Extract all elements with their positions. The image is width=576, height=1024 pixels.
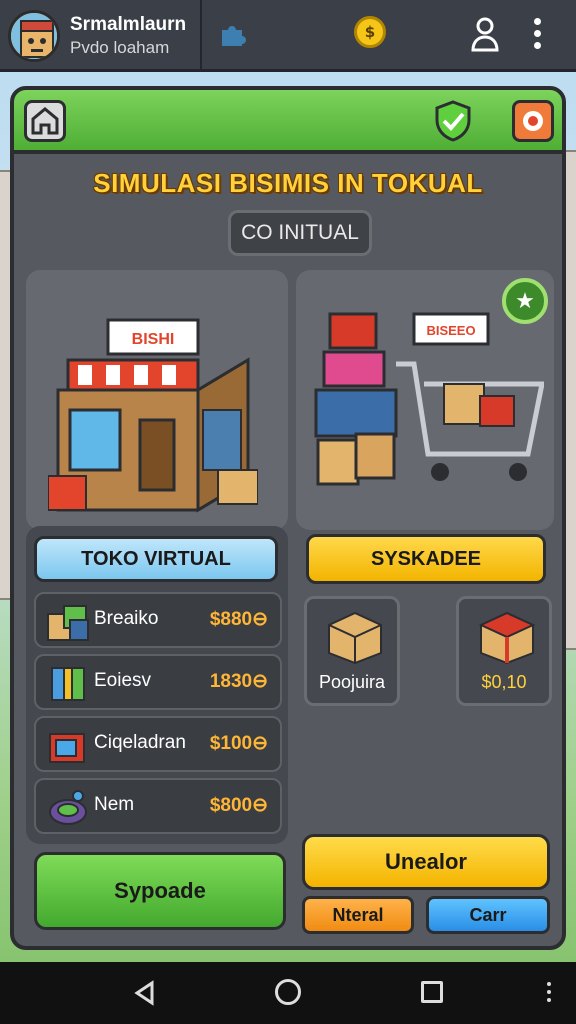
product-list-panel: TOKO VIRTUAL Breaiko $880⊖ Eoiesv 1830⊖ (26, 526, 288, 844)
toko-virtual-button[interactable]: TOKO VIRTUAL (34, 536, 278, 582)
product-card[interactable]: $0,10 (456, 596, 552, 706)
coin-icon[interactable]: $ (354, 16, 386, 48)
item-name: Breaiko (94, 608, 159, 629)
more-menu-icon[interactable] (530, 18, 544, 54)
list-item[interactable]: Nem $800⊖ (34, 778, 282, 834)
store-scene: BISHI (26, 270, 288, 530)
app-subtitle: Pvdo loaham (70, 38, 170, 57)
person-icon[interactable] (470, 16, 500, 52)
back-icon[interactable] (132, 980, 158, 1006)
item-price: $800⊖ (209, 795, 268, 816)
record-icon (523, 111, 543, 131)
cart-sign-text: BISEEO (426, 323, 475, 338)
colorful-cube-icon (51, 667, 85, 701)
item-price: $880⊖ (209, 609, 268, 630)
shield-check-icon (435, 100, 471, 142)
divider (200, 0, 202, 72)
item-price: 1830⊖ (209, 671, 268, 692)
avatar[interactable] (8, 10, 60, 62)
store-sign-text: BISHI (132, 331, 175, 348)
app-title: Srmalmlaurn (70, 14, 187, 35)
stacked-boxes-icon (47, 605, 89, 641)
home-button[interactable] (24, 100, 66, 142)
gift-box-icon (49, 733, 85, 763)
shopping-cart-icon: BISEEO (396, 312, 544, 481)
product-card-price: $0,10 (481, 672, 527, 692)
red-package-icon (478, 611, 536, 665)
cardboard-box-icon (328, 611, 382, 665)
nav-more-icon[interactable] (546, 982, 552, 1004)
orange-action-button[interactable]: Nteral (302, 896, 414, 934)
system-nav-bar (0, 962, 576, 1024)
star-badge-icon[interactable]: ★ (502, 278, 548, 324)
list-item[interactable]: Breaiko $880⊖ (34, 592, 282, 648)
product-card[interactable]: Poojuira (304, 596, 400, 706)
yellow-action-button[interactable]: Unealor (302, 834, 550, 890)
home-nav-icon[interactable] (275, 979, 301, 1005)
home-icon (31, 107, 59, 135)
storefront-illustration: BISHI (48, 318, 258, 513)
product-card-label: Poojuira (318, 672, 386, 692)
item-name: Ciqeladran (94, 732, 186, 753)
cart-scene: BISEEO ★ (296, 270, 554, 530)
list-item[interactable]: Ciqeladran $100⊖ (34, 716, 282, 772)
panel-header (14, 90, 562, 154)
bag-icon (49, 790, 87, 825)
stacked-products-illustration (314, 312, 398, 486)
green-action-button[interactable]: Sypoade (34, 852, 286, 930)
top-bar: Srmalmlaurn Pvdo loaham $ (0, 0, 576, 72)
blue-action-button[interactable]: Carr (426, 896, 550, 934)
record-button[interactable] (512, 100, 554, 142)
item-price: $100⊖ (209, 733, 268, 754)
page-title: SIMULASI BISIMIS IN TOKUAL (93, 168, 483, 198)
puzzle-icon[interactable] (218, 20, 248, 50)
recent-apps-icon[interactable] (421, 981, 443, 1003)
syskadee-button[interactable]: SYSKADEE (306, 534, 546, 584)
item-name: Nem (94, 794, 135, 815)
subtitle-box: CO INITUAL (228, 210, 372, 256)
check-button[interactable] (432, 100, 474, 142)
coin-symbol: $ (364, 23, 376, 41)
list-item[interactable]: Eoiesv 1830⊖ (34, 654, 282, 710)
main-panel: SIMULASI BISIMIS IN TOKUAL CO INITUAL BI… (10, 86, 566, 950)
item-name: Eoiesv (94, 670, 152, 691)
